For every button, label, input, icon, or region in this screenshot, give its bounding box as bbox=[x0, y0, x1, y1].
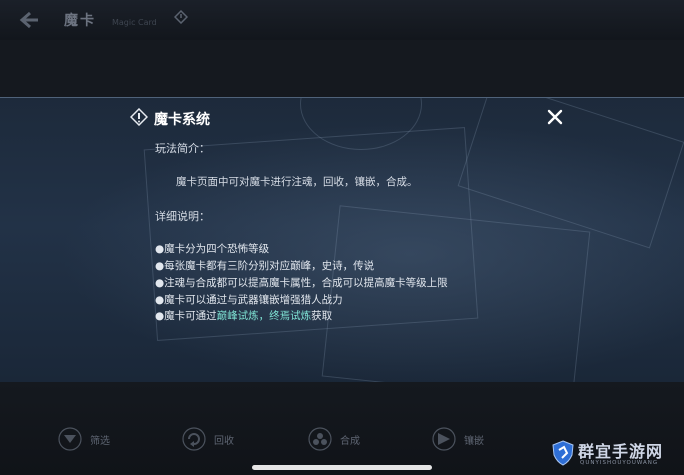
back-arrow-icon[interactable] bbox=[18, 10, 40, 30]
background-dim bbox=[0, 40, 684, 98]
background-paper bbox=[321, 205, 591, 382]
detail-line: ●魔卡可以通过与武器镶嵌增强猎人战力 bbox=[155, 294, 343, 306]
home-indicator[interactable] bbox=[252, 465, 432, 470]
detail-line: ●魔卡分为四个恐怖等级 bbox=[155, 243, 270, 255]
filter-icon bbox=[58, 427, 82, 451]
recycle-icon bbox=[182, 427, 206, 451]
top-bar: 魔卡 Magic Card bbox=[0, 0, 684, 40]
compose-label: 合成 bbox=[340, 436, 360, 447]
detail-line-acquire: ●魔卡可通过巅峰试炼，终焉试炼获取 bbox=[155, 308, 332, 323]
recycle-label: 回收 bbox=[214, 436, 234, 447]
acquire-highlight: 巅峰试炼，终焉试炼 bbox=[216, 310, 312, 322]
filter-label: 筛选 bbox=[90, 436, 110, 447]
site-watermark: 群宜手游网 QUNYISHOUYOUWANG bbox=[552, 438, 682, 472]
dialog-panel bbox=[0, 97, 684, 383]
watermark-text: 群宜手游网 bbox=[578, 442, 664, 461]
detail-line: ●每张魔卡都有三阶分别对应巅峰，史诗，传说 bbox=[155, 260, 375, 272]
inlay-icon bbox=[432, 427, 456, 451]
info-icon bbox=[130, 108, 148, 126]
watermark-subtext: QUNYISHOUYOUWANG bbox=[580, 460, 659, 466]
intro-heading: 玩法简介： bbox=[155, 142, 210, 155]
close-icon[interactable] bbox=[544, 106, 566, 128]
compose-icon bbox=[308, 427, 332, 451]
page-subtitle: Magic Card bbox=[112, 18, 157, 27]
intro-text: 魔卡页面中可对魔卡进行注魂，回收，镶嵌，合成。 bbox=[176, 176, 418, 188]
acquire-suffix: 获取 bbox=[311, 310, 333, 322]
detail-line: ●注魂与合成都可以提高魔卡属性，合成可以提高魔卡等级上限 bbox=[155, 277, 448, 289]
detail-heading: 详细说明： bbox=[155, 210, 210, 223]
dialog-title: 魔卡系统 bbox=[154, 112, 210, 128]
help-icon[interactable] bbox=[174, 10, 188, 24]
inlay-label: 镶嵌 bbox=[464, 436, 484, 447]
shield-logo-icon bbox=[552, 440, 574, 466]
page-title: 魔卡 bbox=[64, 13, 96, 29]
acquire-prefix: ●魔卡可通过 bbox=[155, 310, 217, 322]
